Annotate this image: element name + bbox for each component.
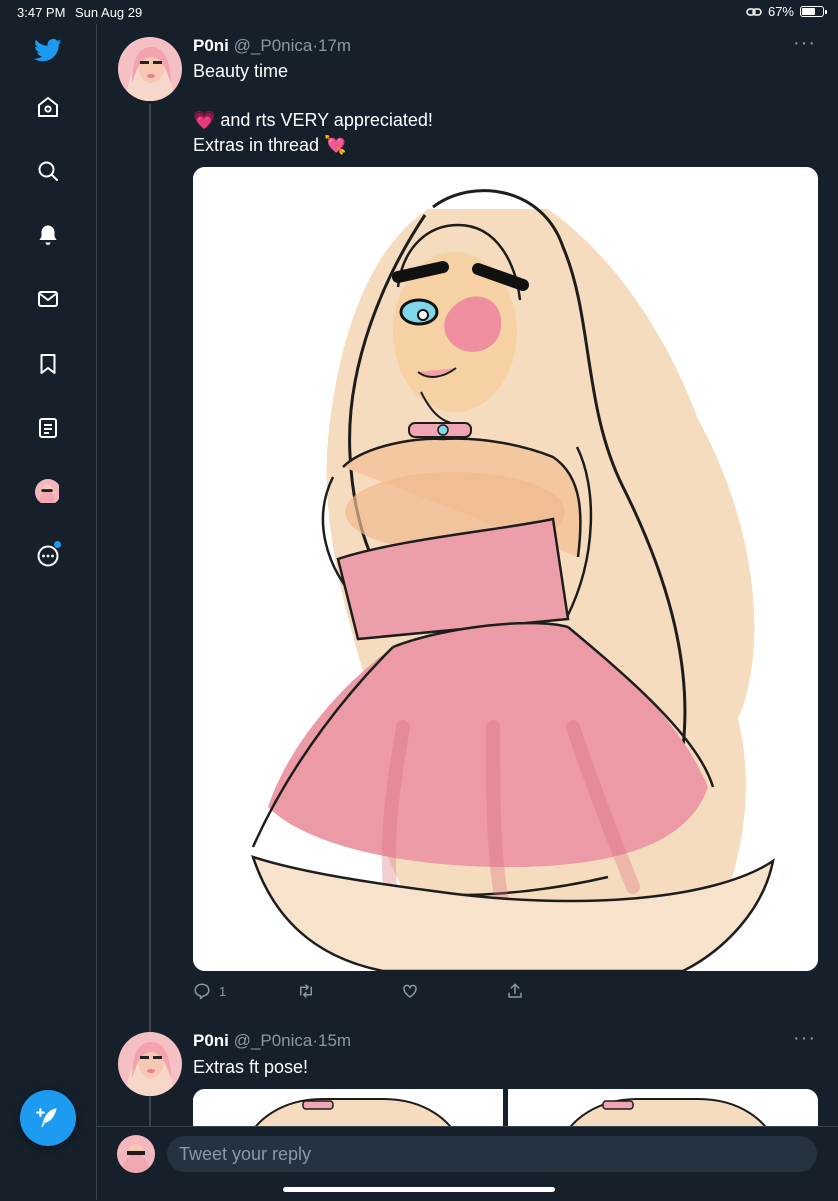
compose-tweet-button[interactable] [20, 1090, 76, 1146]
battery-icon [800, 6, 827, 17]
tweet-time[interactable]: 17m [318, 36, 351, 55]
author-name[interactable]: P0ni [193, 1031, 229, 1050]
tweet-text-line: 💗 and rts VERY appreciated! [193, 110, 433, 130]
tweet-text-line: Extras in thread 💘 [193, 135, 347, 155]
like-button[interactable] [401, 982, 419, 1000]
current-user-avatar [117, 1135, 155, 1173]
tweet-text-line: Extras ft pose! [193, 1057, 309, 1077]
drawing-illustration [508, 1089, 818, 1126]
reply-input[interactable] [167, 1136, 817, 1172]
tweet-author-avatar[interactable] [118, 37, 182, 101]
tweet-text: Beauty time 💗 and rts VERY appreciated! … [193, 59, 433, 158]
drawing-illustration [193, 167, 818, 971]
thread-connector [149, 104, 151, 1126]
search-icon[interactable] [30, 153, 66, 189]
tweet-more-icon[interactable]: ··· [793, 32, 816, 55]
tweet-image[interactable] [508, 1089, 818, 1126]
tweet-text: Extras ft pose! [193, 1055, 308, 1080]
reply-count: 1 [219, 983, 227, 999]
tweet-header: P0ni @_P0nica·17m [193, 36, 351, 56]
battery-percent: 67% [767, 4, 794, 19]
home-icon[interactable] [30, 89, 66, 125]
heart-icon [403, 984, 417, 998]
status-time: 3:47 PM [17, 5, 66, 20]
sidebar-nav [0, 24, 97, 1200]
link-icon [746, 7, 762, 16]
tweet-time[interactable]: 15m [318, 1031, 351, 1050]
share-icon [508, 983, 522, 998]
tweet-actions: 1 [193, 982, 613, 1006]
retweet-button[interactable] [297, 982, 315, 1000]
more-options-icon[interactable] [30, 538, 66, 574]
reply-icon [194, 983, 210, 1000]
tweet-text-gap [193, 84, 433, 108]
drawing-illustration [193, 1089, 503, 1126]
battery-fill [802, 8, 815, 15]
home-indicator[interactable] [283, 1187, 555, 1192]
author-handle[interactable]: @_P0nica [234, 1031, 313, 1050]
retweet-icon [300, 984, 312, 998]
tweet-header: P0ni @_P0nica·15m [193, 1031, 351, 1051]
messages-envelope-icon[interactable] [30, 281, 66, 317]
lists-icon[interactable] [30, 410, 66, 446]
tweet-image[interactable] [193, 1089, 503, 1126]
share-button[interactable] [506, 982, 524, 1000]
notifications-bell-icon[interactable] [30, 217, 66, 253]
reply-button[interactable]: 1 [193, 982, 226, 1000]
status-date: Sun Aug 29 [75, 5, 143, 20]
bookmark-icon[interactable] [30, 346, 66, 382]
timeline: P0ni @_P0nica·17m ··· Beauty time 💗 and … [97, 24, 838, 1126]
compose-feather-icon [36, 1108, 57, 1128]
profile-avatar-icon[interactable] [30, 474, 66, 510]
twitter-logo-icon[interactable] [30, 32, 66, 68]
notification-dot [54, 541, 61, 548]
profile-avatar [35, 479, 61, 505]
author-handle[interactable]: @_P0nica [234, 36, 313, 55]
tweet-image[interactable] [193, 167, 818, 971]
tweet-more-icon[interactable]: ··· [793, 1027, 816, 1050]
tweet-text-line: Beauty time [193, 61, 289, 81]
status-bar: 3:47 PM Sun Aug 29 67% [0, 0, 838, 24]
author-name[interactable]: P0ni [193, 36, 229, 55]
status-right: 67% [746, 4, 827, 19]
tweet-author-avatar[interactable] [118, 1032, 182, 1096]
